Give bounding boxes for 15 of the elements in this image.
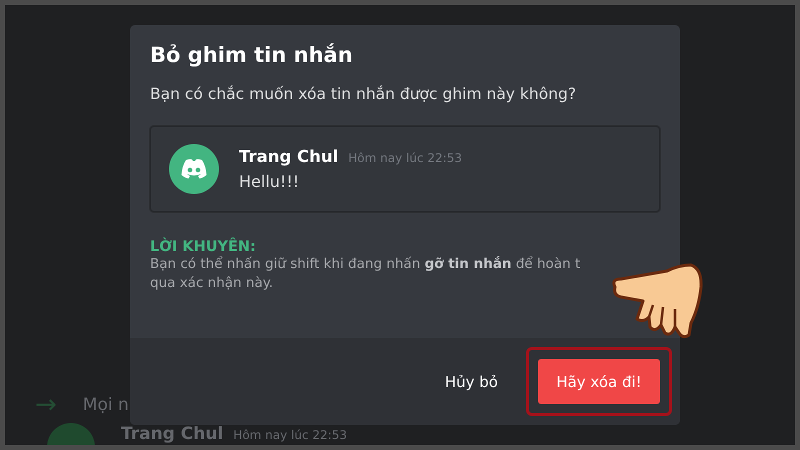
join-arrow: →: [35, 390, 57, 420]
author-name: Trang Chul: [239, 147, 338, 166]
cancel-button[interactable]: Hủy bỏ: [436, 362, 506, 402]
tip-label: LỜI KHUYÊN:: [150, 239, 257, 255]
delete-button[interactable]: Hãy xóa đi!: [538, 359, 660, 404]
tip-text: qua xác nhận này.: [150, 274, 274, 293]
author-name: Trang Chul: [121, 424, 224, 444]
dialog-question: Bạn có chắc muốn xóa tin nhắn được ghim này không?: [150, 85, 578, 103]
message-text: Hellu!!!: [239, 172, 300, 191]
message-time: Hôm nay lúc 22:53: [348, 151, 462, 165]
system-message: Mọi n: [82, 395, 129, 415]
message-time: Hôm nay lúc 22:53: [233, 427, 347, 444]
tip-text: Bạn có thể nhấn giữ shift khi đang nhấn gỡ tin nhắn để hoàn t: [150, 255, 582, 274]
dialog-title: Bỏ ghim tin nhắn: [150, 43, 354, 67]
game-controller-icon: [179, 158, 209, 180]
